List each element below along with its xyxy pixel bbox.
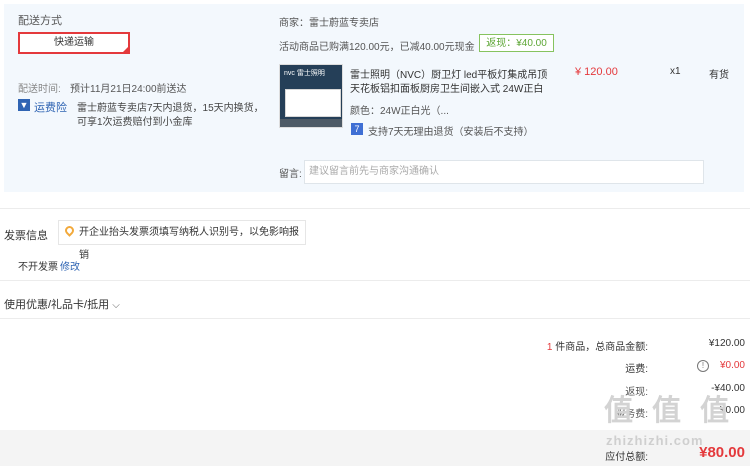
chevron-down-icon: ⌵ (112, 300, 120, 311)
discount-title: 使用优惠/礼品卡/抵用 (4, 299, 110, 311)
express-shipping-label: 快递运输 (54, 37, 94, 48)
promotion-text: 活动商品已购满120.00元，已减40.00元现金 (279, 42, 475, 53)
invoice-tip-text: 开企业抬头发票须填写纳税人识别号，以免影响报销 (79, 227, 299, 261)
discount-toggle[interactable]: 使用优惠/礼品卡/抵用 ⌵ (4, 296, 120, 312)
invoice-status: 不开发票 (18, 262, 58, 273)
merchant-name: 商家：雷士蔚蓝专卖店 (279, 18, 379, 29)
invoice-modify-link[interactable]: 修改 (60, 258, 80, 273)
product-color: 颜色：24W正白光（... (350, 106, 449, 117)
panel-light-image (285, 89, 341, 117)
message-placeholder: 建议留言前先与商家沟通确认 (309, 166, 439, 177)
product-title-line2[interactable]: 天花板铝扣面板厨房卫生间嵌入式 24W正白 (350, 80, 543, 95)
watermark-glyph-3: 值 (700, 395, 730, 427)
rebate-badge: 返现：¥40.00 (479, 34, 554, 52)
thumbnail-strip (280, 119, 342, 127)
shipping-fee-value: ¥0.00 (719, 360, 745, 371)
insurance-text-line2: 可享1次运费赔付到小金库 (77, 117, 193, 128)
insurance-text-line1: 雷士蔚蓝专卖店7天内退货，15天内换货， (77, 103, 264, 114)
shipping-insurance-link[interactable]: 运费险 (34, 99, 67, 115)
shipping-fee-label: 运费: (625, 364, 648, 375)
goods-summary-text: 件商品，总商品金额: (555, 342, 648, 353)
product-thumbnail[interactable]: nvc 雷士照明 (279, 64, 343, 128)
lightbulb-icon (63, 224, 76, 237)
delivery-time-label: 配送时间: (18, 84, 61, 95)
goods-summary-label: 1 件商品，总商品金额: (480, 338, 648, 353)
stock-status: 有货 (709, 70, 729, 81)
section-divider (0, 280, 750, 281)
message-label: 留言: (279, 169, 302, 180)
return-policy-text: 支持7天无理由退货（安装后不支持） (368, 127, 534, 138)
product-title-line1[interactable]: 雷士照明（NVC）厨卫灯 led平板灯集成吊顶 (350, 66, 547, 81)
goods-total: ¥120.00 (708, 338, 745, 349)
watermark-glyph-2: 值 (652, 395, 682, 427)
section-divider (0, 318, 750, 319)
shipping-method-title: 配送方式 (18, 15, 62, 27)
product-thumbnail-brand: nvc 雷士照明 (284, 70, 325, 77)
invoice-tip: 开企业抬头发票须填写纳税人识别号，以免影响报销 (58, 220, 306, 261)
return-policy-icon: 7 (351, 123, 363, 135)
product-quantity: x1 (670, 66, 681, 77)
invoice-title: 发票信息 (4, 230, 48, 242)
message-input[interactable]: 建议留言前先与商家沟通确认 (304, 160, 704, 184)
item-count: 1 (546, 342, 553, 353)
express-shipping-button[interactable]: 快递运输 (18, 32, 130, 55)
watermark-glyph-1: 值 (604, 395, 634, 427)
watermark-site: zhizhizhi.com (606, 433, 704, 448)
shield-icon: ▼ (18, 99, 30, 111)
payable-label: 应付总额: (605, 452, 648, 463)
delivery-time-value: 预计11月21日24:00前送达 (70, 84, 187, 95)
section-divider (0, 208, 750, 209)
product-price: ¥ 120.00 (575, 66, 618, 78)
